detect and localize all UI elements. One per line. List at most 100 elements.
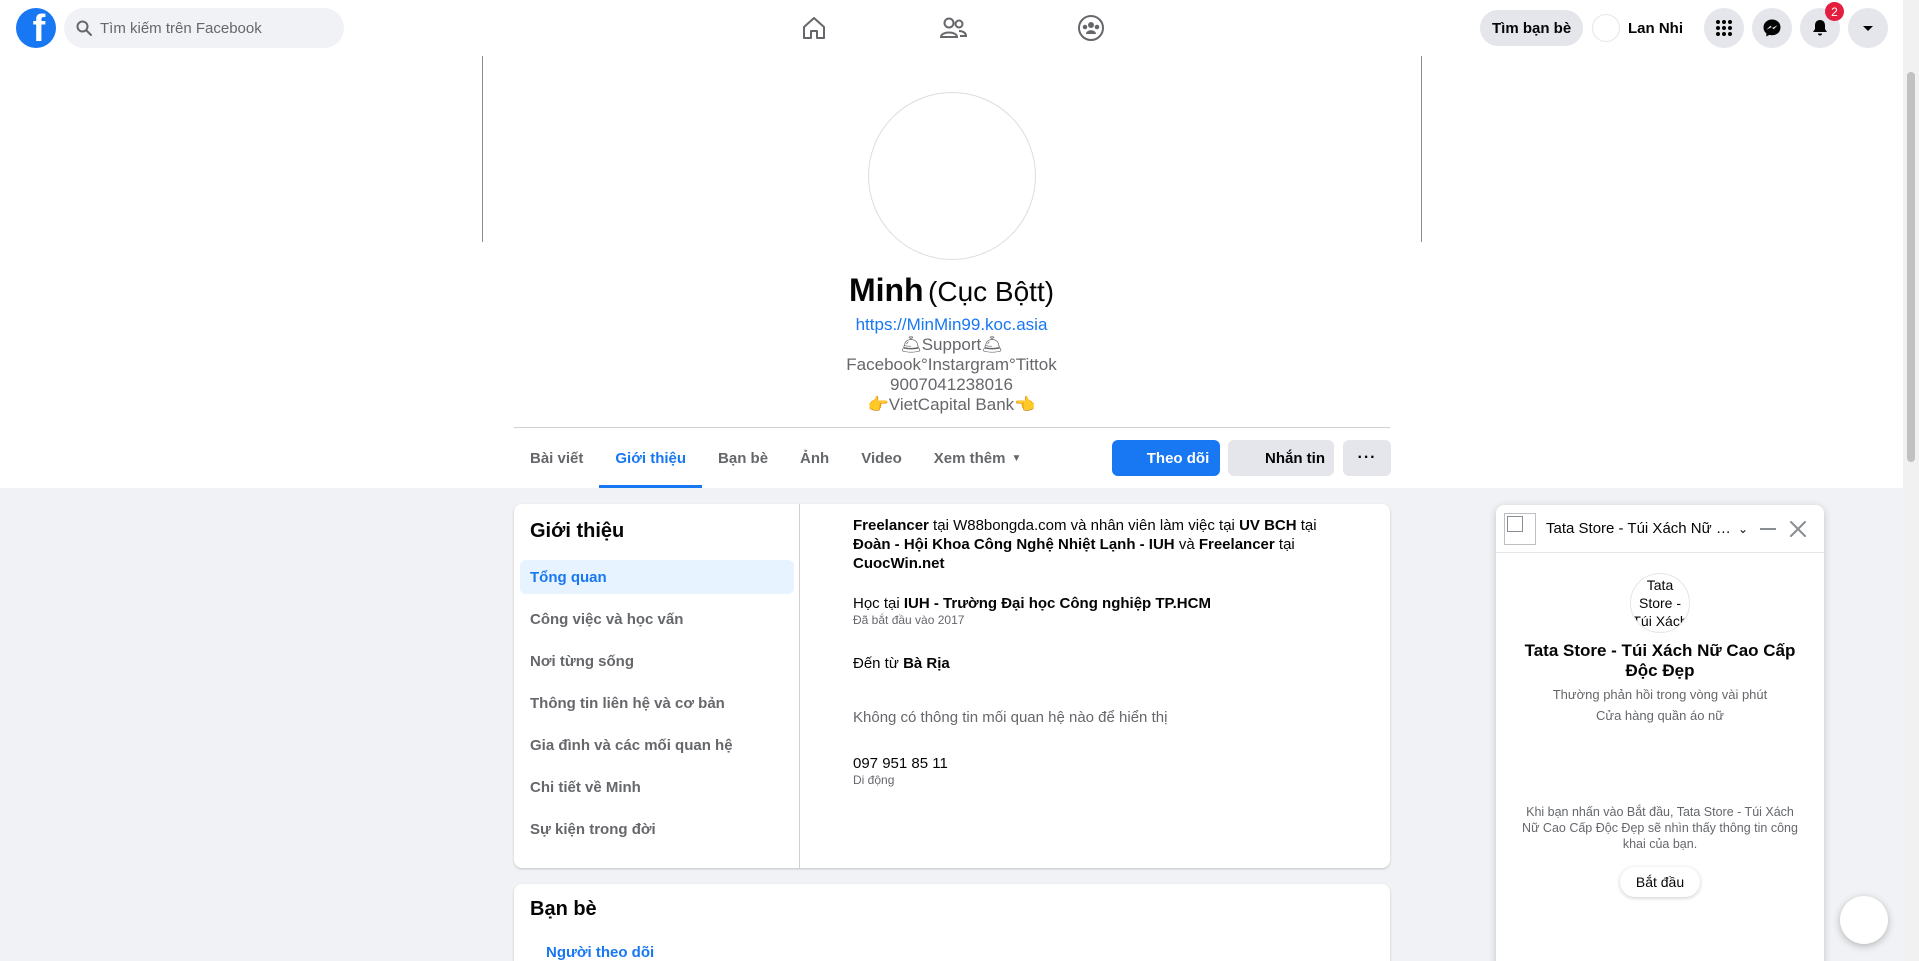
tab-about[interactable]: Giới thiệu (599, 428, 702, 488)
profile-name-main: Minh (848, 272, 924, 308)
tab-friends[interactable]: Bạn bè (702, 428, 784, 488)
friends-card: Bạn bè Người theo dõi (514, 884, 1390, 961)
close-icon[interactable] (1788, 519, 1808, 539)
chat-response-time: Thường phản hồi trong vòng vài phút (1552, 687, 1768, 702)
education-info: Học tại IUH - Trường Đại học Công nghiệp… (853, 594, 1353, 642)
tab-label: Xem thêm (933, 449, 1006, 467)
cover-border-left (482, 56, 483, 242)
profile-tabs: Bài viết Giới thiệu Bạn bè Ảnh Video Xem… (514, 428, 1037, 488)
chat-store-avatar: Tata Store - Túi Xách (1630, 573, 1690, 633)
hometown-info: Đến từ Bà Rịa (853, 654, 1353, 708)
avatar (1592, 14, 1620, 42)
tab-photos[interactable]: Ảnh (784, 428, 845, 488)
about-nav-places[interactable]: Nơi từng sống (520, 644, 794, 678)
tab-posts[interactable]: Bài viết (514, 428, 599, 488)
work-title[interactable]: Freelancer (1199, 536, 1275, 553)
chat-title[interactable]: Tata Store - Túi Xách Nữ Cao Cấp Độc Đẹp (1546, 520, 1736, 537)
profile-chip[interactable]: Lan Nhi (1592, 10, 1683, 46)
work-place[interactable]: Đoàn - Hội Khoa Công Nghệ Nhiệt Lạnh - I… (853, 536, 1175, 553)
work-info: Freelancer tại W88bongda.com và nhân viê… (853, 516, 1353, 575)
search-box[interactable] (64, 8, 344, 48)
profile-header: Minh (Cục Bộtt) https://MinMin99.koc.asi… (0, 56, 1903, 488)
follow-button[interactable]: Theo dõi (1112, 440, 1220, 476)
cover-border-right (1421, 56, 1422, 242)
tab-label: Giới thiệu (615, 449, 687, 467)
about-nav: Tổng quan Công việc và học vấn Nơi từng … (520, 560, 794, 854)
work-text: và (1174, 536, 1199, 553)
tab-label: Bài viết (530, 449, 584, 467)
tab-more[interactable]: Xem thêm ▼ (918, 428, 1038, 488)
school-name[interactable]: IUH - Trường Đại học Công nghiệp TP.HCM (904, 595, 1211, 612)
bell-icon (1813, 20, 1827, 36)
chat-start-button[interactable]: Bắt đầu (1620, 867, 1700, 897)
work-text: tại W88bongda.com và nhân viên làm việc … (928, 517, 1240, 534)
chat-page-avatar (1504, 512, 1536, 545)
work-title[interactable]: Freelancer (853, 517, 929, 534)
chat-privacy-note: Khi bạn nhấn vào Bắt đầu, Tata Store - T… (1522, 805, 1798, 851)
message-button[interactable]: Nhắn tin (1228, 440, 1334, 476)
about-nav-overview[interactable]: Tổng quan (520, 560, 794, 594)
about-card: Giới thiệu Tổng quan Công việc và học vấ… (514, 504, 1390, 868)
about-nav-contact[interactable]: Thông tin liên hệ và cơ bản (520, 686, 794, 720)
grid-menu-icon (1716, 20, 1732, 36)
work-text: tại (1274, 536, 1295, 553)
education-start: Đã bắt đầu vào 2017 (853, 613, 965, 627)
chevron-down-icon (1863, 26, 1873, 31)
profile-avatar[interactable] (868, 92, 1036, 260)
menu-button[interactable] (1704, 8, 1744, 48)
scrollbar-thumb[interactable] (1907, 72, 1915, 462)
work-place[interactable]: CuocWin.net (853, 555, 945, 572)
messenger-icon (1763, 19, 1781, 37)
work-title[interactable]: UV BCH (1239, 517, 1297, 534)
about-nav-family[interactable]: Gia đình và các mối quan hệ (520, 728, 794, 762)
phone-info: 097 951 85 11 Di động (853, 754, 1353, 787)
chevron-down-icon[interactable]: ⌄ (1738, 522, 1748, 536)
top-navigation-bar: f Tìm bạn bè Lan Nhi 2 (0, 0, 1903, 56)
user-name: Lan Nhi (1628, 19, 1683, 37)
groups-icon[interactable] (1075, 12, 1107, 44)
tab-videos[interactable]: Video (845, 428, 918, 488)
friends-icon[interactable] (937, 12, 969, 44)
minimize-icon[interactable] (1760, 528, 1776, 530)
profile-bio: https://MinMin99.koc.asia 🛎Support🛎 Face… (0, 315, 1903, 415)
account-menu-button[interactable] (1848, 8, 1888, 48)
education-prefix: Học tại (853, 595, 904, 612)
hometown-prefix: Đến từ (853, 655, 904, 672)
chat-header[interactable]: Tata Store - Túi Xách Nữ Cao Cấp Độc Đẹp… (1496, 505, 1824, 553)
hometown-place[interactable]: Bà Rịa (903, 655, 950, 672)
notification-badge: 2 (1825, 2, 1844, 21)
about-nav-life-events[interactable]: Sự kiện trong đời (520, 812, 794, 846)
about-sidebar: Giới thiệu Tổng quan Công việc và học vấ… (514, 504, 800, 868)
home-icon[interactable] (798, 12, 830, 44)
tab-label: Bạn bè (718, 449, 769, 467)
find-friends-button[interactable]: Tìm bạn bè (1480, 10, 1584, 46)
bio-line: 🛎Support🛎 (900, 335, 1003, 354)
notifications-button[interactable]: 2 (1800, 2, 1844, 48)
facebook-logo[interactable]: f (16, 8, 56, 48)
about-nav-details[interactable]: Chi tiết về Minh (520, 770, 794, 804)
bio-line: Facebook°Instargram°Tittok (846, 355, 1057, 374)
profile-alt-name: (Cục Bộtt) (928, 276, 1055, 307)
work-text: tại (1296, 517, 1317, 534)
chat-avatar-alt: Tata Store - Túi Xách (1632, 577, 1688, 629)
bio-link[interactable]: https://MinMin99.koc.asia (856, 315, 1048, 334)
tab-label: Ảnh (800, 449, 830, 467)
profile-name: Minh (Cục Bộtt) (0, 272, 1903, 309)
search-icon (76, 20, 92, 36)
messenger-button[interactable] (1752, 8, 1792, 48)
about-overview: Freelancer tại W88bongda.com và nhân viê… (853, 516, 1353, 787)
chat-store-name: Tata Store - Túi Xách Nữ Cao Cấp Độc Đẹp (1524, 641, 1796, 680)
bio-line: 9007041238016 (890, 375, 1013, 394)
tab-label: Video (861, 449, 902, 467)
new-message-button[interactable] (1840, 896, 1888, 944)
relationship-info: Không có thông tin mối quan hệ nào để hi… (853, 709, 1168, 726)
phone-type: Di động (853, 773, 895, 787)
caret-down-icon: ▼ (1011, 452, 1022, 464)
about-title: Giới thiệu (530, 520, 625, 542)
search-input[interactable] (100, 19, 320, 37)
scrollbar[interactable] (1903, 0, 1919, 961)
more-options-button[interactable]: ··· (1343, 440, 1391, 476)
followers-link[interactable]: Người theo dõi (546, 944, 654, 961)
chat-category: Cửa hàng quần áo nữ (1595, 708, 1724, 723)
about-nav-work-education[interactable]: Công việc và học vấn (520, 602, 794, 636)
